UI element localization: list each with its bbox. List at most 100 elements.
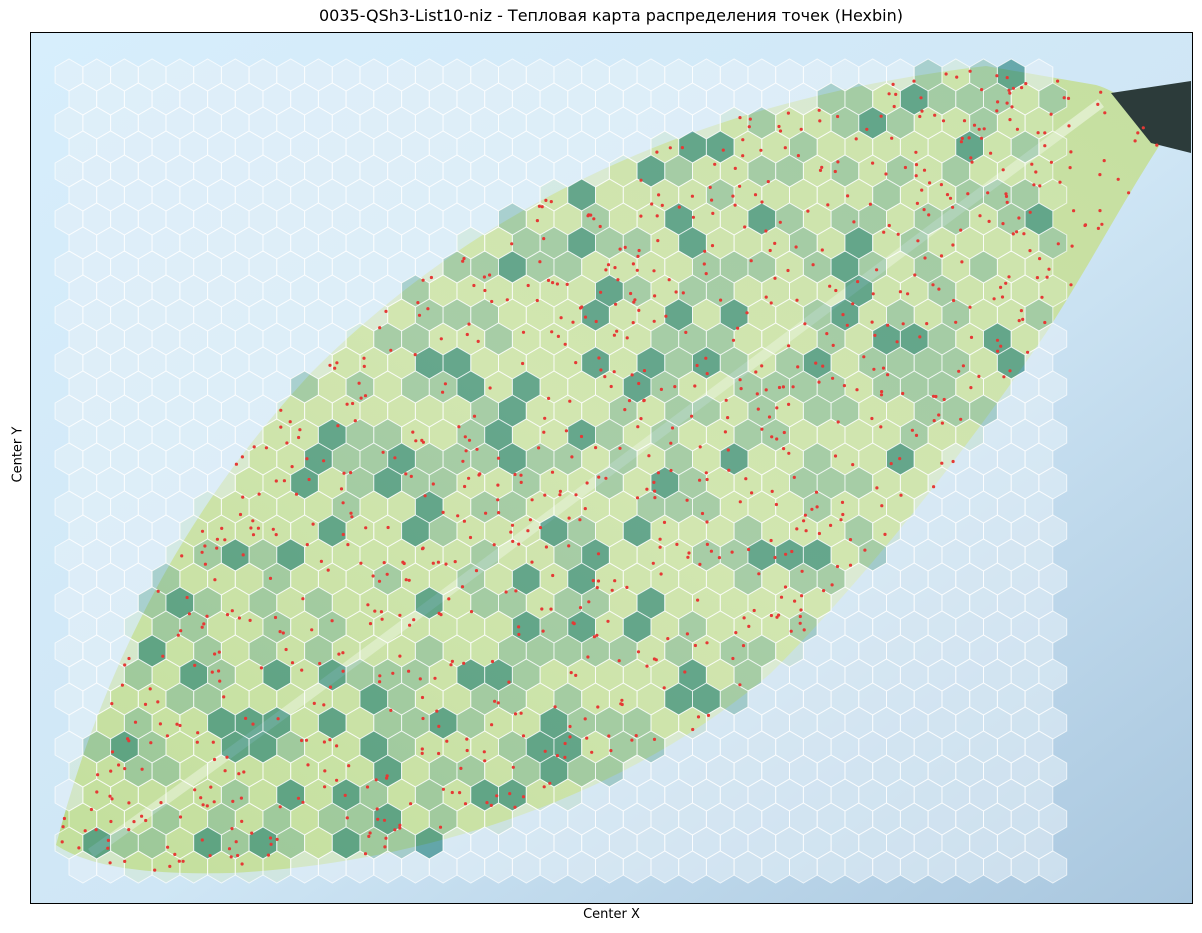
data-point	[670, 426, 675, 430]
data-point	[398, 826, 402, 830]
data-point	[840, 500, 845, 504]
data-point	[604, 476, 608, 480]
data-point	[731, 194, 735, 198]
data-point	[635, 268, 639, 272]
data-point	[156, 700, 160, 704]
data-point	[382, 818, 387, 822]
data-point	[967, 136, 971, 140]
data-point	[178, 815, 183, 819]
data-point	[234, 840, 238, 844]
data-point	[467, 476, 471, 480]
data-point	[517, 632, 521, 637]
data-point	[656, 471, 661, 475]
data-point	[620, 698, 624, 702]
data-point	[1058, 180, 1062, 184]
data-point	[1133, 139, 1137, 143]
data-point	[599, 368, 603, 372]
data-point	[1007, 88, 1011, 92]
data-point	[724, 398, 728, 402]
data-point	[349, 471, 353, 475]
data-point	[890, 136, 894, 140]
data-point	[741, 138, 745, 142]
data-point	[278, 630, 282, 634]
data-point	[1011, 86, 1016, 90]
data-point	[1015, 230, 1019, 234]
data-point	[307, 477, 311, 482]
data-point	[747, 125, 751, 129]
data-point	[362, 364, 366, 368]
data-point	[513, 805, 517, 809]
data-point	[655, 150, 659, 154]
data-point	[223, 538, 227, 542]
data-point	[881, 366, 886, 370]
data-point	[817, 380, 821, 384]
data-point	[312, 701, 316, 706]
data-point	[613, 266, 617, 270]
data-point	[585, 481, 589, 485]
data-point	[328, 738, 332, 742]
data-point	[546, 278, 551, 282]
data-point	[347, 764, 351, 768]
data-point	[703, 249, 707, 253]
data-point	[322, 703, 326, 707]
data-point	[413, 353, 417, 357]
data-point	[467, 322, 471, 326]
data-point	[215, 537, 219, 541]
chart-title: 0035-QSh3-List10-niz - Тепловая карта ра…	[318, 6, 904, 25]
data-point	[1038, 184, 1042, 188]
data-point	[687, 551, 691, 555]
data-point	[563, 741, 567, 746]
data-point	[222, 695, 226, 699]
data-point	[999, 285, 1003, 289]
data-point	[932, 485, 936, 489]
data-point	[803, 322, 807, 326]
data-point	[94, 828, 98, 832]
data-point	[784, 552, 788, 556]
data-point	[717, 556, 722, 560]
data-point	[1127, 191, 1131, 195]
data-point	[636, 254, 640, 258]
data-point	[627, 399, 632, 403]
data-point	[760, 200, 764, 204]
data-point	[201, 803, 205, 807]
data-point	[236, 853, 240, 858]
data-point	[863, 548, 867, 552]
data-point	[693, 384, 697, 388]
data-point	[952, 298, 956, 303]
data-point	[803, 513, 808, 517]
data-point	[970, 160, 974, 164]
data-point	[793, 599, 797, 603]
data-point	[323, 769, 327, 773]
data-point	[944, 72, 948, 76]
data-point	[759, 148, 763, 152]
data-point	[810, 507, 814, 511]
data-point	[1043, 144, 1047, 148]
data-point	[339, 487, 344, 491]
data-point	[127, 828, 131, 832]
data-point	[918, 335, 922, 339]
data-point	[463, 435, 467, 439]
data-point	[674, 290, 678, 294]
data-point	[391, 671, 395, 675]
data-point	[856, 280, 860, 284]
data-point	[511, 765, 515, 769]
data-point	[662, 686, 666, 690]
data-point	[542, 237, 546, 241]
data-point	[632, 300, 636, 304]
data-point	[634, 734, 638, 738]
data-point	[547, 396, 551, 400]
data-point	[441, 510, 445, 514]
data-point	[743, 225, 747, 229]
data-point	[1049, 112, 1053, 116]
data-point	[449, 663, 453, 667]
data-point	[530, 560, 534, 564]
data-point	[542, 430, 546, 434]
data-point	[704, 356, 708, 360]
data-point	[322, 740, 326, 744]
data-point	[290, 661, 295, 665]
data-point	[1056, 242, 1060, 246]
data-point	[760, 364, 764, 368]
data-point	[818, 168, 823, 172]
data-point	[839, 518, 843, 522]
data-point	[954, 320, 958, 324]
